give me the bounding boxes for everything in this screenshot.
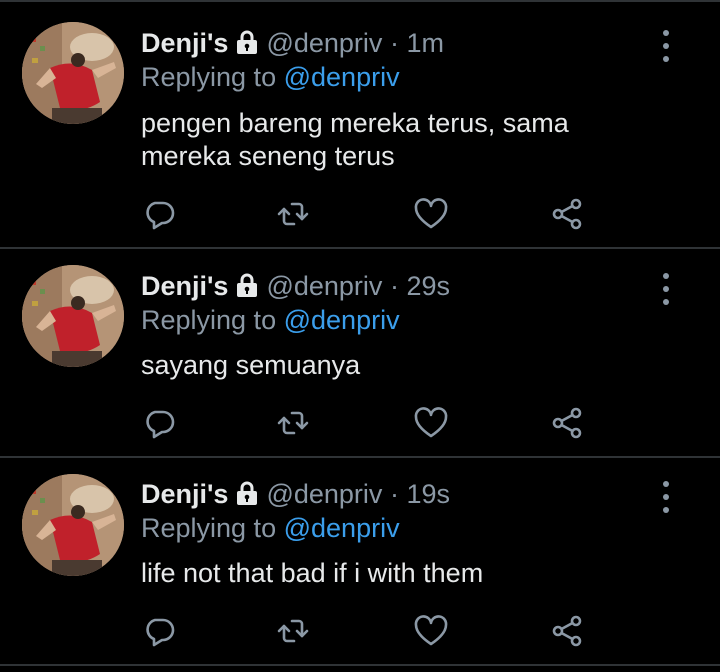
heart-icon[interactable] xyxy=(413,196,449,232)
tweet-text: sayang semuanya xyxy=(141,349,661,382)
separator-dot: · xyxy=(389,271,399,301)
reply-icon[interactable] xyxy=(141,196,177,232)
top-divider xyxy=(0,0,720,2)
avatar[interactable] xyxy=(22,474,124,576)
tweet-divider xyxy=(0,247,720,249)
share-icon[interactable] xyxy=(549,196,585,232)
reply-icon[interactable] xyxy=(141,613,177,649)
more-vertical-icon[interactable] xyxy=(652,269,680,309)
replying-to-label: Replying to xyxy=(141,305,277,335)
user-handle[interactable]: @denpriv xyxy=(266,479,382,509)
more-vertical-icon[interactable] xyxy=(652,26,680,66)
retweet-icon[interactable] xyxy=(275,613,311,649)
reply-icon[interactable] xyxy=(141,405,177,441)
more-vertical-icon[interactable] xyxy=(652,477,680,517)
tweet-text-line: sayang semuanya xyxy=(141,350,361,380)
lock-icon xyxy=(237,273,258,297)
avatar[interactable] xyxy=(22,265,124,367)
lock-icon xyxy=(237,30,258,54)
lock-icon xyxy=(237,481,258,505)
replying-to: Replying to @denpriv xyxy=(141,511,400,545)
tweet-header: Denji's @denpriv · 19s xyxy=(141,477,450,511)
tweet-text: pengen bareng mereka terus, sama mereka … xyxy=(141,107,661,173)
tweet-divider xyxy=(0,456,720,458)
separator-dot: · xyxy=(389,479,399,509)
tweet-text-line: life not that bad if i with them xyxy=(141,558,484,588)
tweet-text: life not that bad if i with them xyxy=(141,557,661,590)
display-name[interactable]: Denji's xyxy=(141,28,228,58)
mention-link[interactable]: @denpriv xyxy=(284,305,400,335)
display-name[interactable]: Denji's xyxy=(141,271,228,301)
action-bar xyxy=(141,196,601,232)
timestamp[interactable]: 29s xyxy=(406,271,450,301)
separator-dot: · xyxy=(389,28,399,58)
replying-to-label: Replying to xyxy=(141,62,277,92)
tweet-text-line: mereka seneng terus xyxy=(141,141,395,171)
avatar-image xyxy=(22,474,124,576)
replying-to-label: Replying to xyxy=(141,513,277,543)
timestamp[interactable]: 1m xyxy=(406,28,444,58)
action-bar xyxy=(141,613,601,649)
mention-link[interactable]: @denpriv xyxy=(284,513,400,543)
share-icon[interactable] xyxy=(549,405,585,441)
timestamp[interactable]: 19s xyxy=(406,479,450,509)
heart-icon[interactable] xyxy=(413,405,449,441)
user-handle[interactable]: @denpriv xyxy=(266,271,382,301)
heart-icon[interactable] xyxy=(413,613,449,649)
avatar-image xyxy=(22,265,124,367)
user-handle[interactable]: @denpriv xyxy=(266,28,382,58)
retweet-icon[interactable] xyxy=(275,196,311,232)
action-bar xyxy=(141,405,601,441)
tweet-header: Denji's @denpriv · 1m xyxy=(141,26,444,60)
tweet-divider xyxy=(0,664,720,666)
retweet-icon[interactable] xyxy=(275,405,311,441)
replying-to: Replying to @denpriv xyxy=(141,60,400,94)
tweet-text-line: pengen bareng mereka terus, sama xyxy=(141,108,569,138)
share-icon[interactable] xyxy=(549,613,585,649)
avatar-image xyxy=(22,22,124,124)
tweet-header: Denji's @denpriv · 29s xyxy=(141,269,450,303)
replying-to: Replying to @denpriv xyxy=(141,303,400,337)
avatar[interactable] xyxy=(22,22,124,124)
mention-link[interactable]: @denpriv xyxy=(284,62,400,92)
display-name[interactable]: Denji's xyxy=(141,479,228,509)
